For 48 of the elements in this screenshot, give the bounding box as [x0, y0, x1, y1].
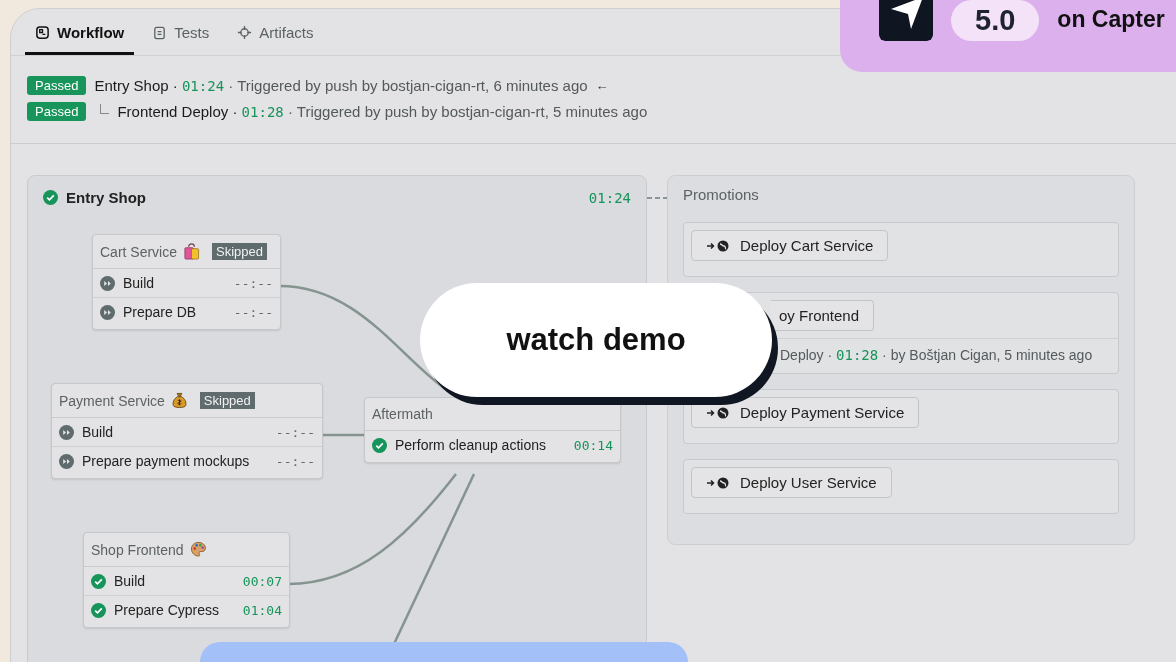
block-title: Aftermath: [372, 406, 433, 422]
dashed-connector: [647, 196, 667, 200]
promote-button[interactable]: Deploy Cart Service: [691, 230, 889, 261]
arrow-logo-icon: [879, 0, 933, 41]
promote-button[interactable]: Deploy Payment Service: [691, 397, 920, 428]
skipped-badge: Skipped: [212, 243, 267, 260]
rating-text: on Capter: [1057, 6, 1165, 33]
job-step[interactable]: Build 00:07: [84, 567, 289, 596]
skipped-badge: Skipped: [199, 392, 255, 409]
shopping-bags-icon: [183, 243, 201, 260]
job-step[interactable]: Build --:--: [93, 269, 280, 298]
tab[interactable]: Workflow: [25, 9, 135, 55]
block-title: Shop Frontend: [91, 541, 184, 558]
skip-icon: [59, 453, 74, 469]
run-summary[interactable]: Frontend Deploy · 01:28 · Triggered by push by bostjan-cigan-rt, 5 minutes ago: [117, 103, 648, 120]
run-summary[interactable]: Entry Shop · 01:24 · Triggered by push by bostjan-cigan-rt, 6 minutes ago: [94, 77, 588, 94]
check-icon: [91, 602, 106, 618]
rating-score: 5.0: [951, 0, 1040, 41]
block-title: Payment Service: [59, 392, 165, 409]
check-icon: [91, 573, 106, 589]
status-badge: Passed: [27, 102, 87, 121]
clipboard-icon: [152, 25, 168, 40]
skip-icon: [59, 424, 74, 440]
job-step[interactable]: Build --:--: [52, 418, 322, 447]
target-icon: [237, 25, 253, 40]
connector-line: [321, 433, 364, 437]
job-step[interactable]: Prepare payment mockups --:--: [52, 447, 322, 478]
tree-elbow: [100, 103, 110, 114]
workflow-icon: [35, 25, 50, 40]
job-step[interactable]: Perform cleanup actions 00:14: [365, 431, 620, 462]
promote-button[interactable]: Deploy User Service: [691, 467, 892, 498]
check-icon: [372, 437, 387, 453]
status-badge: Passed: [27, 76, 87, 95]
job-step[interactable]: Prepare Cypress 01:04: [84, 596, 289, 627]
promotions-title: Promotions: [683, 186, 760, 203]
tab[interactable]: Tests: [142, 9, 220, 55]
skip-icon: [100, 275, 115, 291]
skip-icon: [100, 304, 115, 320]
money-bag-icon: [170, 392, 188, 409]
pipeline-duration: 01:24: [588, 189, 631, 206]
pipeline-title: Entry Shop: [66, 189, 146, 206]
block-title: Cart Service: [100, 243, 178, 260]
promotion-run-summary: Deploy · 01:28 · by Boštjan Cigan, 5 minutes ago: [780, 347, 1093, 363]
tab[interactable]: Artifacts: [227, 9, 324, 55]
current-marker: ←: [595, 78, 609, 93]
job-step[interactable]: Prepare DB --:--: [93, 298, 280, 329]
palette-icon: [189, 541, 207, 558]
promote-button[interactable]: oy Frontend: [771, 300, 875, 331]
